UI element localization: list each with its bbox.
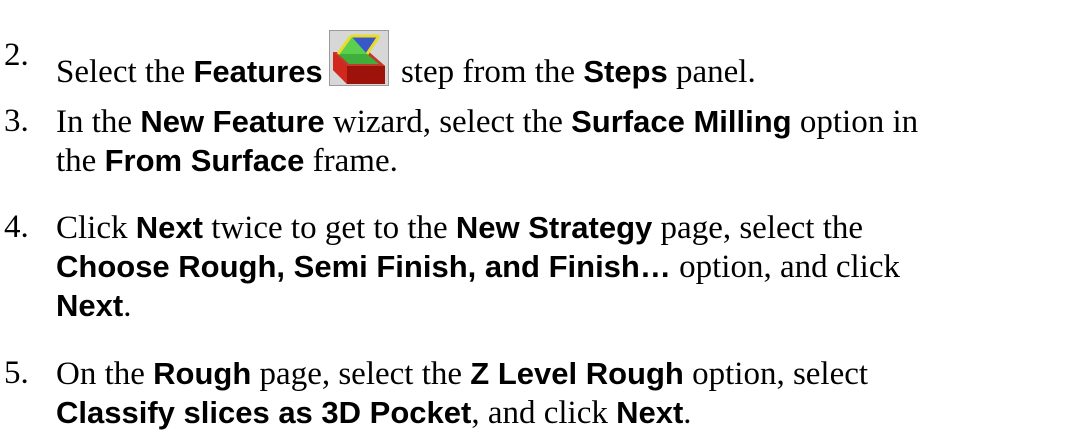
step-number: 4. [4,209,29,245]
step-text: Select the Features step from the Steps … [56,30,756,92]
text: . [123,288,132,324]
step-number: 5. [4,355,29,391]
next-label: Next [56,288,124,323]
text: wizard, select the [324,104,572,140]
next-label: Next [616,395,684,430]
text: On the [56,356,154,392]
surface-milling-label: Surface Milling [571,104,792,139]
text: option, and click [670,249,900,285]
text: step from the [392,54,584,90]
z-level-rough-label: Z Level Rough [470,356,684,391]
next-label: Next [135,210,203,245]
from-surface-label: From Surface [104,143,305,178]
text: twice to get to the [202,210,456,246]
text: Click [56,210,136,246]
text: page, select the [251,356,471,392]
new-feature-label: New Feature [140,104,325,139]
features-step-icon [328,30,389,86]
text: Select the [56,54,194,90]
step-text-line-3: Next. [56,286,131,326]
step-text: Click Next twice to get to the New Strat… [56,208,863,248]
choose-rough-label: Choose Rough, Semi Finish, and Finish… [56,249,671,284]
step-text-line-2: Classify slices as 3D Pocket, and click … [56,393,692,433]
rough-label: Rough [153,356,252,391]
text: In the [56,104,141,140]
text: the [56,143,105,179]
step-text: On the Rough page, select the Z Level Ro… [56,354,868,394]
new-strategy-label: New Strategy [455,210,653,245]
step-number: 3. [4,103,29,139]
text: option in [791,104,919,140]
step-number: 2. [4,37,29,73]
features-label: Features [193,54,323,89]
step-text-line-2: the From Surface frame. [56,141,398,181]
step-text: In the New Feature wizard, select the Su… [56,102,918,142]
text: page, select the [652,210,864,246]
step-text-line-2: Choose Rough, Semi Finish, and Finish… o… [56,247,900,287]
text: . [683,395,692,431]
text: option, select [683,356,869,392]
steps-label: Steps [583,54,668,89]
classify-slices-label: Classify slices as 3D Pocket [56,395,472,430]
text: , and click [471,395,617,431]
text: panel. [667,54,756,90]
text: frame. [304,143,398,179]
